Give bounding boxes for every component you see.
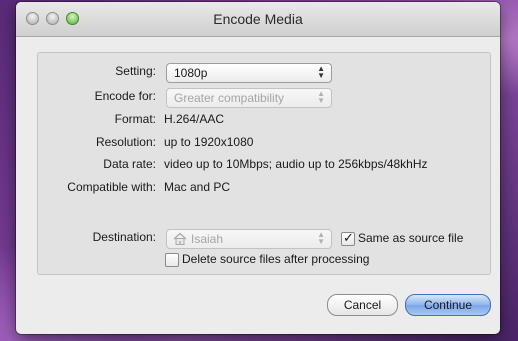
destination-row: Destination: Isaiah ▲ ▼ ✓ Same as source … <box>38 228 490 249</box>
encode-for-value: Greater compatibility <box>174 91 285 105</box>
data-rate-row: Data rate: video up to 10Mbps; audio up … <box>38 155 490 175</box>
settings-panel: Setting: 1080p ▲ ▼ Encode for: Greater co… <box>37 52 491 275</box>
window-title: Encode Media <box>213 11 303 27</box>
setting-value: 1080p <box>174 66 208 80</box>
format-row: Format: H.264/AAC <box>38 110 490 130</box>
home-icon <box>173 232 187 245</box>
destination-label: Destination: <box>92 230 156 244</box>
encode-for-popup[interactable]: Greater compatibility ▲ ▼ <box>166 88 332 108</box>
delete-source-checkbox[interactable] <box>165 253 179 267</box>
compatible-with-value: Mac and PC <box>164 180 231 194</box>
checkmark-icon: ✓ <box>343 230 354 245</box>
setting-popup[interactable]: 1080p ▲ ▼ <box>166 63 332 83</box>
resolution-value: up to 1920x1080 <box>164 135 254 149</box>
format-label: Format: <box>114 112 156 126</box>
data-rate-value: video up to 10Mbps; audio up to 256kbps/… <box>164 157 428 171</box>
popup-arrows-icon: ▲ ▼ <box>317 89 325 105</box>
destination-value: Isaiah <box>191 232 224 246</box>
delete-source-label[interactable]: Delete source files after processing <box>182 252 369 266</box>
setting-row: Setting: 1080p ▲ ▼ <box>38 62 490 83</box>
title-bar: Encode Media <box>16 2 500 37</box>
same-as-source-label[interactable]: Same as source file <box>358 231 463 245</box>
compatible-with-label: Compatible with: <box>67 180 156 194</box>
data-rate-label: Data rate: <box>103 157 156 171</box>
popup-arrows-icon: ▲ ▼ <box>317 64 325 80</box>
format-value: H.264/AAC <box>164 112 225 126</box>
resolution-row: Resolution: up to 1920x1080 <box>38 133 490 153</box>
setting-label: Setting: <box>115 64 156 78</box>
continue-button[interactable]: Continue <box>405 294 491 316</box>
encode-media-dialog: Encode Media Setting: 1080p ▲ ▼ Encode fo… <box>16 2 500 334</box>
popup-arrows-icon: ▲ ▼ <box>317 230 325 246</box>
cancel-button[interactable]: Cancel <box>327 294 398 316</box>
encode-for-row: Encode for: Greater compatibility ▲ ▼ <box>38 87 490 108</box>
encode-for-label: Encode for: <box>94 89 156 103</box>
same-as-source-checkbox[interactable]: ✓ <box>341 230 355 246</box>
destination-popup[interactable]: Isaiah ▲ ▼ <box>166 229 332 249</box>
compatible-with-row: Compatible with: Mac and PC <box>38 178 490 198</box>
resolution-label: Resolution: <box>95 135 156 149</box>
delete-source-row: Delete source files after processing <box>38 250 490 270</box>
